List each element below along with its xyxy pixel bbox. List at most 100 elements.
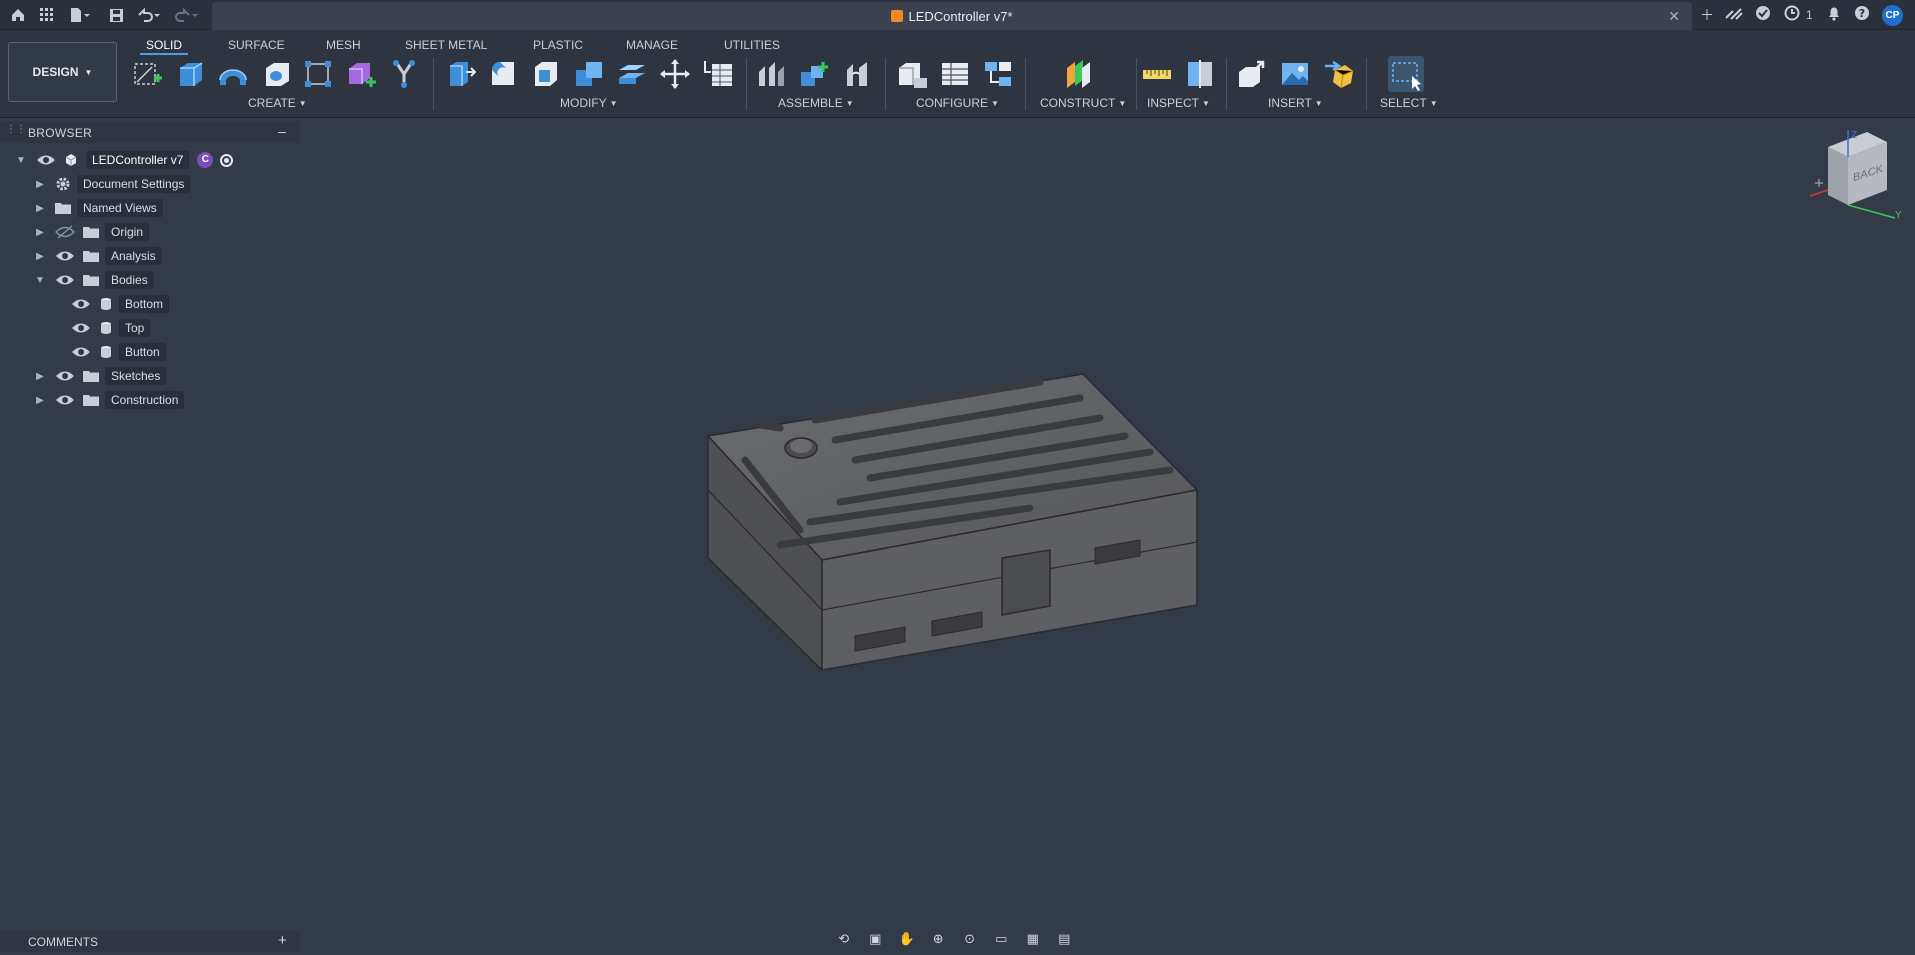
help-icon[interactable]: ? <box>1852 5 1872 25</box>
look-at-icon[interactable]: ▣ <box>865 930 885 948</box>
browser-item-analysis[interactable]: ▶ Analysis <box>33 245 162 267</box>
configuration-rules-icon[interactable] <box>982 58 1014 90</box>
viewcube-home-icon[interactable] <box>1815 179 1823 187</box>
tab-manage[interactable]: MANAGE <box>620 35 684 55</box>
tab-plastic[interactable]: PLASTIC <box>527 35 589 55</box>
browser-item-named-views[interactable]: ▶ Named Views <box>33 197 163 219</box>
file-menu-icon[interactable] <box>66 5 94 25</box>
viewcube[interactable]: BACK Z Y <box>1805 130 1905 225</box>
assemble-joint-icon[interactable] <box>756 58 788 90</box>
undo-icon[interactable] <box>134 5 164 25</box>
zoom-icon[interactable]: ⊕ <box>928 930 948 948</box>
insert-canvas-icon[interactable] <box>1279 58 1311 90</box>
drag-handle-icon[interactable]: ⋮⋮ <box>6 124 26 135</box>
inspect-menu[interactable]: INSPECT ▼ <box>1147 96 1210 110</box>
insert-menu[interactable]: INSERT ▼ <box>1268 96 1323 110</box>
new-component-assemble-icon[interactable] <box>799 58 831 90</box>
browser-item-body-button[interactable]: Button <box>63 341 166 363</box>
job-status-icon[interactable] <box>1782 5 1802 25</box>
rectangular-pattern-icon[interactable] <box>302 58 334 90</box>
configure-design-icon[interactable] <box>896 58 928 90</box>
visibility-eye-icon[interactable] <box>55 273 75 287</box>
display-settings-icon[interactable]: ▭ <box>991 930 1011 948</box>
configuration-table-icon[interactable] <box>939 58 971 90</box>
move-copy-icon[interactable] <box>659 58 691 90</box>
orbit-icon[interactable]: ⟲ <box>834 930 854 948</box>
browser-item-bodies[interactable]: ▼ Bodies <box>33 269 154 291</box>
save-icon[interactable] <box>106 5 126 25</box>
section-analysis-icon[interactable] <box>1184 58 1216 90</box>
extensions-icon[interactable] <box>1724 5 1744 25</box>
tab-surface[interactable]: SURFACE <box>222 35 291 55</box>
construct-menu[interactable]: CONSTRUCT ▼ <box>1040 96 1126 110</box>
browser-item-sketches[interactable]: ▶ Sketches <box>33 365 167 387</box>
browser-item-origin[interactable]: ▶ Origin <box>33 221 150 243</box>
browser-item-body-top[interactable]: Top <box>63 317 151 339</box>
close-tab-icon[interactable]: ✕ <box>1668 8 1680 25</box>
new-component-icon[interactable] <box>345 58 377 90</box>
visibility-eye-icon[interactable] <box>71 321 91 335</box>
online-status-icon[interactable] <box>1753 5 1773 25</box>
new-tab-icon[interactable]: ＋ <box>1697 5 1717 25</box>
chevron-right-icon[interactable]: ▶ <box>33 251 47 262</box>
viewports-icon[interactable]: ▤ <box>1054 930 1074 948</box>
insert-derive-icon[interactable] <box>1236 58 1268 90</box>
select-window-icon[interactable] <box>1388 56 1424 92</box>
as-built-joint-icon[interactable] <box>842 58 874 90</box>
browser-item-document-settings[interactable]: ▶ Document Settings <box>33 173 191 195</box>
chevron-right-icon[interactable]: ▶ <box>33 227 47 238</box>
pan-hand-icon[interactable]: ✋ <box>897 930 917 948</box>
browser-item-construction[interactable]: ▶ Construction <box>33 389 185 411</box>
chevron-right-icon[interactable]: ▶ <box>33 179 47 190</box>
visibility-hidden-icon[interactable] <box>55 225 75 239</box>
visibility-eye-icon[interactable] <box>55 369 75 383</box>
chevron-down-icon[interactable]: ▼ <box>33 275 47 286</box>
user-avatar[interactable]: CP <box>1882 5 1903 26</box>
create-sketch-icon[interactable] <box>132 58 164 90</box>
create-menu[interactable]: CREATE ▼ <box>248 96 307 110</box>
tab-mesh[interactable]: MESH <box>320 35 367 55</box>
visibility-eye-icon[interactable] <box>71 297 91 311</box>
home-icon[interactable] <box>8 5 28 25</box>
extrude-icon[interactable] <box>174 58 206 90</box>
collapse-panel-icon[interactable]: – <box>278 123 286 139</box>
offset-face-icon[interactable] <box>616 58 648 90</box>
grid-settings-icon[interactable]: ▦ <box>1023 930 1043 948</box>
modify-menu[interactable]: MODIFY ▼ <box>560 96 618 110</box>
shell-icon[interactable] <box>530 58 562 90</box>
chevron-right-icon[interactable]: ▶ <box>33 395 47 406</box>
app-grid-icon[interactable] <box>37 5 57 25</box>
change-parameters-icon[interactable] <box>702 58 734 90</box>
press-pull-icon[interactable] <box>444 58 477 90</box>
chevron-down-icon[interactable]: ▼ <box>14 155 28 166</box>
redo-icon[interactable] <box>172 5 202 25</box>
browser-root-node[interactable]: ▼ LEDController v7 C <box>14 149 234 171</box>
visibility-eye-icon[interactable] <box>55 249 75 263</box>
measure-icon[interactable] <box>1141 58 1173 90</box>
add-comment-icon[interactable]: + <box>278 932 287 949</box>
viewport-3d-model[interactable] <box>700 370 1200 672</box>
fit-view-icon[interactable]: ⊙ <box>960 930 980 948</box>
select-menu[interactable]: SELECT ▼ <box>1380 96 1438 110</box>
revolve-icon[interactable] <box>217 58 249 90</box>
insert-mesh-icon[interactable] <box>1323 58 1355 90</box>
offset-plane-icon[interactable] <box>1062 58 1094 90</box>
active-component-radio-icon[interactable] <box>220 153 234 167</box>
combine-icon[interactable] <box>573 58 605 90</box>
workspace-switcher-button[interactable]: DESIGN ▼ <box>8 42 117 102</box>
hole-icon[interactable] <box>261 58 293 90</box>
pipe-icon[interactable] <box>388 58 420 90</box>
tab-solid[interactable]: SOLID <box>140 35 189 55</box>
chevron-right-icon[interactable]: ▶ <box>33 371 47 382</box>
configure-menu[interactable]: CONFIGURE ▼ <box>916 96 999 110</box>
tab-utilities[interactable]: UTILITIES <box>718 35 786 55</box>
chevron-right-icon[interactable]: ▶ <box>33 203 47 214</box>
notifications-bell-icon[interactable] <box>1824 5 1844 25</box>
tab-sheet-metal[interactable]: SHEET METAL <box>399 35 493 55</box>
document-tab[interactable]: LEDController v7* ✕ <box>212 2 1692 30</box>
visibility-eye-icon[interactable] <box>36 153 56 167</box>
visibility-eye-icon[interactable] <box>71 345 91 359</box>
browser-item-body-bottom[interactable]: Bottom <box>63 293 170 315</box>
visibility-eye-icon[interactable] <box>55 393 75 407</box>
assemble-menu[interactable]: ASSEMBLE ▼ <box>778 96 854 110</box>
